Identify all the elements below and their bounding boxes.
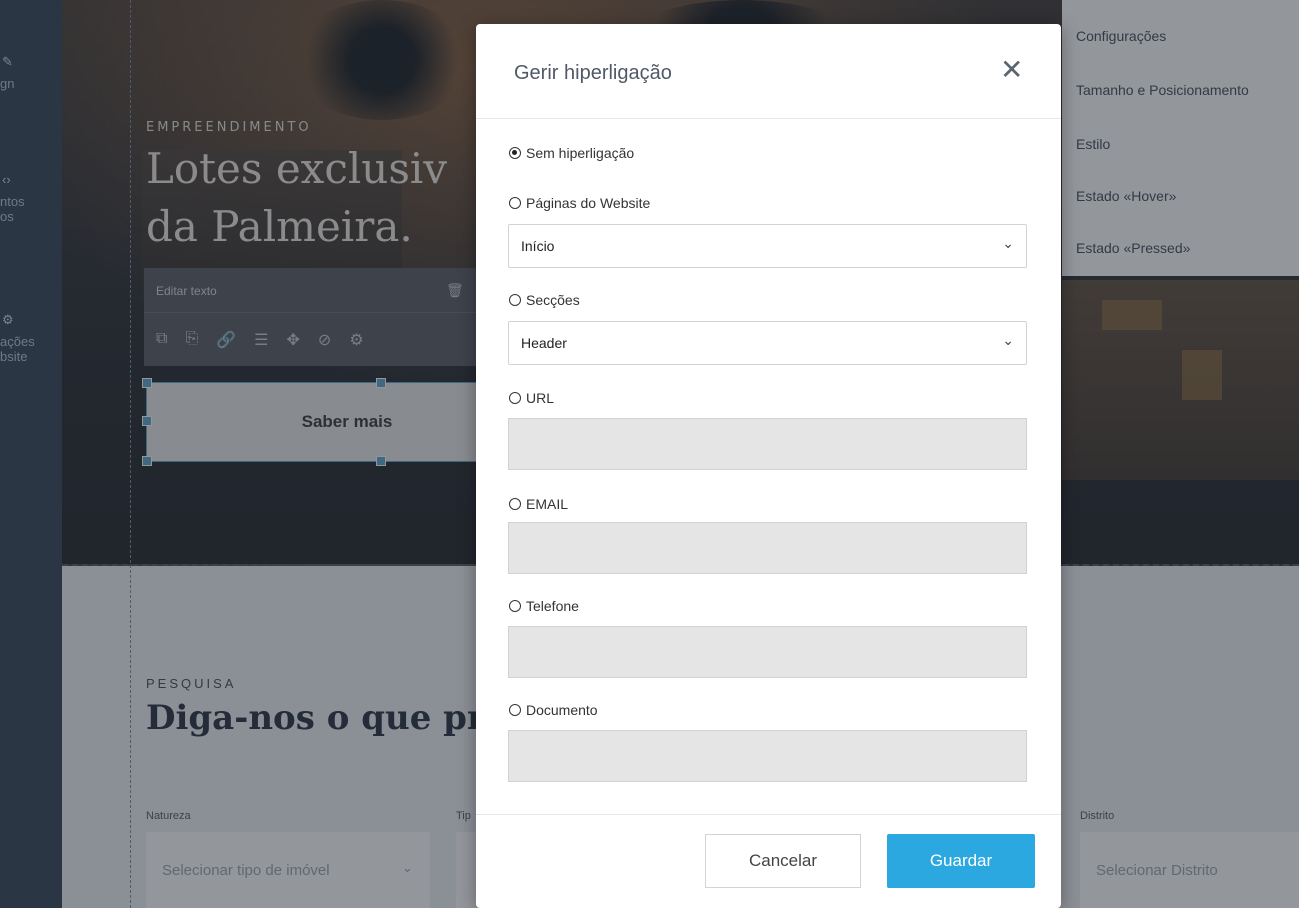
radio-unchecked-icon[interactable] xyxy=(509,392,521,404)
phone-input[interactable] xyxy=(508,626,1027,678)
manage-link-dialog: Gerir hiperligação ✕ Sem hiperligação Pá… xyxy=(476,24,1061,908)
option-label: EMAIL xyxy=(526,496,569,512)
option-label: Páginas do Website xyxy=(526,195,651,211)
radio-option-email[interactable]: EMAIL xyxy=(509,496,568,512)
cancel-button[interactable]: Cancelar xyxy=(705,834,861,888)
radio-option-url[interactable]: URL xyxy=(509,390,554,406)
radio-option-phone[interactable]: Telefone xyxy=(509,598,579,614)
radio-unchecked-icon[interactable] xyxy=(509,704,521,716)
url-input[interactable] xyxy=(508,418,1027,470)
option-label: Sem hiperligação xyxy=(526,145,635,161)
radio-unchecked-icon[interactable] xyxy=(509,600,521,612)
sections-select[interactable]: Header ⌄ xyxy=(508,321,1027,365)
chevron-down-icon: ⌄ xyxy=(1002,235,1014,251)
document-input[interactable] xyxy=(508,730,1027,782)
radio-option-sections[interactable]: Secções xyxy=(509,292,580,308)
option-label: Telefone xyxy=(526,598,579,614)
radio-option-pages[interactable]: Páginas do Website xyxy=(509,195,650,211)
radio-unchecked-icon[interactable] xyxy=(509,197,521,209)
dialog-title: Gerir hiperligação xyxy=(514,62,672,84)
dialog-header-divider xyxy=(476,118,1061,119)
email-input[interactable] xyxy=(508,522,1027,574)
radio-option-none[interactable]: Sem hiperligação xyxy=(509,145,634,161)
radio-unchecked-icon[interactable] xyxy=(509,498,521,510)
radio-unchecked-icon[interactable] xyxy=(509,294,521,306)
option-label: Secções xyxy=(526,292,580,308)
select-value: Início xyxy=(521,238,555,254)
save-button[interactable]: Guardar xyxy=(887,834,1035,888)
pages-select[interactable]: Início ⌄ xyxy=(508,224,1027,268)
select-value: Header xyxy=(521,335,567,351)
close-icon[interactable]: ✕ xyxy=(1000,56,1023,84)
dialog-footer-divider xyxy=(476,814,1061,815)
radio-option-document[interactable]: Documento xyxy=(509,702,598,718)
option-label: URL xyxy=(526,390,555,406)
option-label: Documento xyxy=(526,702,598,718)
radio-checked-icon[interactable] xyxy=(509,147,521,159)
chevron-down-icon: ⌄ xyxy=(1002,332,1014,348)
